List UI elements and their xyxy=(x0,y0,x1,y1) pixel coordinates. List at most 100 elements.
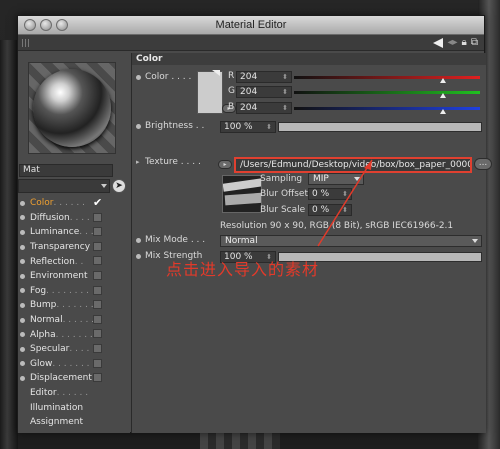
channel-item[interactable]: Assignment xyxy=(20,415,130,430)
channel-item[interactable]: Specular . . . . xyxy=(20,342,130,357)
green-slider-knob[interactable] xyxy=(439,93,446,98)
blue-slider-knob[interactable] xyxy=(439,109,446,114)
lock-icon[interactable]: 🔒︎ xyxy=(462,37,467,48)
brightness-label: Brightness . . xyxy=(145,121,205,131)
channel-bullet-icon xyxy=(20,375,25,381)
red-slider-knob[interactable] xyxy=(439,78,446,83)
title-bar[interactable]: Material Editor xyxy=(18,16,484,35)
channel-item[interactable]: Environment xyxy=(20,269,130,284)
channel-list: Color . . . . . . ✔ Diffusion . . . . Lumin… xyxy=(20,196,130,430)
red-value: 204 xyxy=(240,72,258,82)
channel-checkbox[interactable] xyxy=(93,256,102,266)
thumbnail-stripe xyxy=(223,178,261,192)
stepper-icon[interactable]: ⬍ xyxy=(342,205,348,215)
channel-item[interactable]: Illumination xyxy=(20,400,130,415)
channel-bullet-icon xyxy=(20,229,25,235)
brightness-fill xyxy=(279,123,481,131)
blur-scale-value: 0 % xyxy=(312,205,330,215)
blur-offset-label: Blur Offset xyxy=(260,189,308,199)
channel-checkbox[interactable] xyxy=(93,270,102,280)
texture-menu-button[interactable]: ▸ xyxy=(218,160,232,169)
channel-item[interactable]: Luminance . . . xyxy=(20,225,130,240)
channel-label: Glow xyxy=(30,358,53,369)
channel-bullet-icon xyxy=(20,332,25,338)
stepper-icon[interactable]: ⬍ xyxy=(282,103,288,113)
sampling-value: MIP xyxy=(313,174,329,184)
channel-checkbox[interactable] xyxy=(93,373,102,383)
material-preview[interactable] xyxy=(28,62,116,154)
stepper-icon[interactable]: ⬍ xyxy=(282,72,288,82)
brightness-row: Brightness . . xyxy=(136,121,204,131)
channel-item[interactable]: Fog . . . . . . . . xyxy=(20,284,130,299)
channel-checkbox[interactable] xyxy=(93,241,102,251)
channel-item[interactable]: Editor . . . . . . xyxy=(20,386,130,401)
channel-checkbox[interactable] xyxy=(93,212,102,222)
channel-checkbox[interactable] xyxy=(93,343,102,353)
stepper-icon[interactable]: ⬍ xyxy=(342,189,348,199)
red-label: R xyxy=(228,71,235,81)
channel-bullet-icon xyxy=(20,244,25,250)
preview-options-dropdown[interactable] xyxy=(18,179,110,193)
brightness-input[interactable]: 100 % ⬍ xyxy=(220,121,276,133)
swatch-corner-icon xyxy=(212,70,220,76)
channel-item[interactable]: Transparency xyxy=(20,240,130,255)
animate-dot-icon[interactable] xyxy=(136,237,141,243)
expand-arrow-icon[interactable]: ▸ xyxy=(136,158,141,166)
browse-button[interactable]: ... xyxy=(474,158,492,170)
new-panel-icon[interactable]: ⧉ xyxy=(471,37,478,48)
blue-label: B xyxy=(228,102,235,112)
channel-item[interactable]: Normal . . . . . . xyxy=(20,313,130,328)
channel-checkbox[interactable] xyxy=(93,300,102,310)
blue-slider[interactable] xyxy=(294,107,480,114)
channel-item[interactable]: Diffusion . . . . xyxy=(20,211,130,226)
mix-mode-select[interactable]: Normal xyxy=(220,235,482,247)
blue-input[interactable]: 204 ⬍ xyxy=(236,102,292,114)
channel-checkbox[interactable] xyxy=(93,329,102,339)
green-slider[interactable] xyxy=(294,91,480,98)
texture-row: ▸ Texture . . . . xyxy=(136,157,201,167)
channel-item[interactable]: Alpha . . . . . . . xyxy=(20,327,130,342)
channel-item[interactable]: Glow . . . . . . . . xyxy=(20,357,130,372)
texture-thumbnail[interactable] xyxy=(222,175,262,213)
channel-label: Bump xyxy=(30,300,57,311)
green-input[interactable]: 204 ⬍ xyxy=(236,86,292,98)
channel-label: Specular xyxy=(30,344,70,355)
blue-value: 204 xyxy=(240,103,258,113)
back-arrow-icon[interactable] xyxy=(433,37,444,48)
channel-bullet-icon xyxy=(20,273,25,279)
channel-checkbox[interactable] xyxy=(93,358,102,368)
material-name-field[interactable]: Mat xyxy=(19,164,113,177)
animate-dot-icon[interactable] xyxy=(136,123,141,129)
animate-dot-icon[interactable] xyxy=(136,74,141,80)
checkmark-icon[interactable]: ✔ xyxy=(93,197,102,208)
channel-item[interactable]: Reflection . . xyxy=(20,254,130,269)
channel-item[interactable]: Bump . . . . . . . xyxy=(20,298,130,313)
stepper-icon[interactable]: ⬍ xyxy=(266,122,272,132)
blur-scale-label: Blur Scale xyxy=(260,205,306,215)
channel-bullet-icon xyxy=(20,288,25,294)
channel-checkbox[interactable] xyxy=(93,227,102,237)
red-slider[interactable] xyxy=(294,76,480,83)
channel-item[interactable]: Displacement xyxy=(20,371,130,386)
history-arrows-icon[interactable]: ◂▸ xyxy=(447,37,457,48)
channel-checkbox[interactable] xyxy=(93,285,102,295)
channel-label: Luminance xyxy=(30,227,80,238)
desktop-background: Material Editor ◂▸ 🔒︎ ⧉ Mat ➤ Color . . … xyxy=(0,0,500,449)
channel-checkbox[interactable] xyxy=(93,314,102,324)
grip-icon[interactable] xyxy=(22,38,30,47)
animate-dot-icon[interactable] xyxy=(136,253,141,259)
sampling-select[interactable]: MIP xyxy=(308,173,364,185)
channel-item[interactable]: Color . . . . . . ✔ xyxy=(20,196,130,211)
red-input[interactable]: 204 ⬍ xyxy=(236,71,292,83)
brightness-bar[interactable] xyxy=(278,122,482,132)
chevron-down-icon[interactable] xyxy=(99,181,109,191)
stepper-icon[interactable]: ⬍ xyxy=(282,87,288,97)
channel-bullet-icon xyxy=(20,302,25,308)
texture-path-field[interactable]: /Users/Edmund/Desktop/video/box/box_pape… xyxy=(234,157,472,173)
blur-offset-input[interactable]: 0 % ⬍ xyxy=(308,188,352,200)
blur-scale-input[interactable]: 0 % ⬍ xyxy=(308,204,352,216)
pointer-icon[interactable]: ➤ xyxy=(112,179,126,193)
color-swatch[interactable] xyxy=(197,71,223,114)
sampling-label: Sampling xyxy=(260,174,303,184)
channel-label: Environment xyxy=(30,271,88,282)
